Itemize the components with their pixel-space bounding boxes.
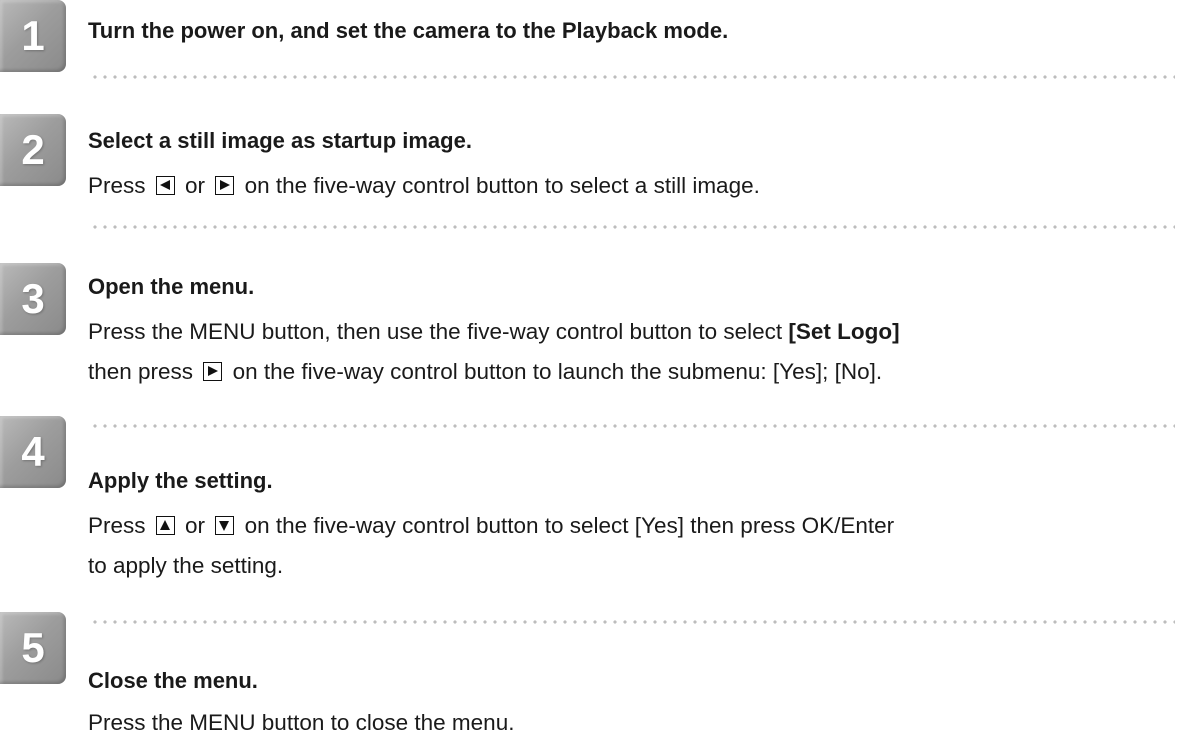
step-4-instruction-line-2: to apply the setting. — [88, 546, 283, 586]
step-5-text: Press the MENU button to close the menu. — [88, 710, 515, 735]
step-1-heading: Turn the power on, and set the camera to… — [88, 18, 729, 43]
step-3-text-after: on the five-way control button to launch… — [232, 359, 883, 384]
step-2-instruction: Press or on the five-way control button … — [88, 166, 760, 206]
dotted-divider — [90, 424, 1175, 428]
step-4-number: 4 — [21, 428, 45, 475]
step-5-instruction: Press the MENU button to close the menu. — [88, 703, 514, 743]
step-4-badge: 4 — [0, 416, 66, 488]
step-1-number: 1 — [21, 12, 45, 59]
step-5-number: 5 — [21, 624, 45, 671]
step-4-text-after: on the five-way control button to select… — [244, 513, 895, 538]
step-3-heading: Open the menu. — [88, 274, 255, 299]
step-2-heading: Select a still image as startup image. — [88, 128, 472, 153]
step-2-badge: 2 — [0, 114, 66, 186]
right-arrow-key-icon — [203, 362, 223, 381]
step-3-text-before: then press — [88, 359, 194, 384]
step-4-instruction-line-1: Press or on the five-way control button … — [88, 506, 894, 546]
step-3-number: 3 — [21, 275, 45, 322]
down-arrow-key-icon — [215, 516, 235, 535]
step-4-text: to apply the setting. — [88, 553, 284, 578]
step-4-text-or: or — [185, 513, 206, 538]
step-3-instruction-line-1: Press the MENU button, then use the five… — [88, 312, 900, 352]
dotted-divider — [90, 620, 1175, 624]
step-4-text-before: Press — [88, 513, 146, 538]
step-1-badge: 1 — [0, 0, 66, 72]
left-arrow-key-icon — [155, 176, 175, 195]
step-2-text-or: or — [185, 173, 206, 198]
step-2-text-before: Press — [88, 173, 146, 198]
set-logo-label: [Set Logo] — [788, 319, 900, 344]
right-arrow-key-icon — [215, 176, 235, 195]
step-5-badge: 5 — [0, 612, 66, 684]
step-3-instruction-line-2: then press on the five-way control butto… — [88, 352, 882, 392]
step-4-heading: Apply the setting. — [88, 468, 273, 493]
step-3-badge: 3 — [0, 263, 66, 335]
dotted-divider — [90, 75, 1175, 79]
up-arrow-key-icon — [155, 516, 175, 535]
step-5-heading: Close the menu. — [88, 668, 258, 693]
step-3-text: Press the MENU button, then use the five… — [88, 319, 783, 344]
step-2-text-after: on the five-way control button to select… — [244, 173, 760, 198]
step-2-number: 2 — [21, 126, 45, 173]
dotted-divider — [90, 225, 1175, 229]
